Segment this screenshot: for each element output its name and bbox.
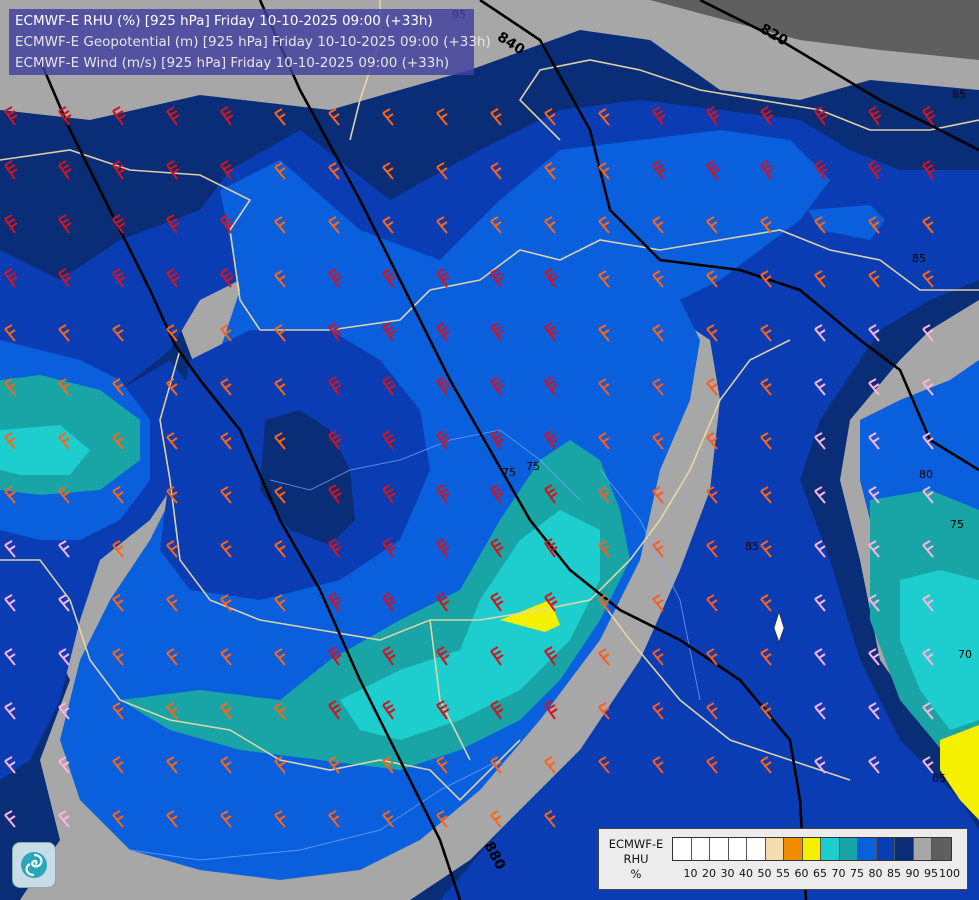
map-viewer: 840 820 880 95 85 85 75 75 85 80 75 70 6…: [0, 0, 979, 900]
rhu-label-65-e: 65: [932, 772, 946, 785]
legend-swatch: [821, 838, 840, 860]
legend-swatch: [784, 838, 803, 860]
legend-swatch: [673, 838, 692, 860]
legend-swatch: [913, 838, 932, 860]
legend-title-variable: RHU: [623, 852, 649, 866]
legend-swatch: [839, 838, 858, 860]
legend-tick-label: 30: [720, 867, 735, 880]
title-box: ECMWF-E RHU (%) [925 hPa] Friday 10-10-2…: [9, 9, 491, 75]
legend-title-model: ECMWF-E: [608, 837, 664, 851]
title-rhu: ECMWF-E RHU (%) [925 hPa] Friday 10-10-2…: [15, 13, 433, 29]
legend-tick-label: 80: [868, 867, 883, 880]
legend-tick-label: 65: [813, 867, 827, 880]
rhu-map[interactable]: 840 820 880 95 85 85 75 75 85 80 75 70 6…: [0, 0, 979, 900]
title-geopotential: ECMWF-E Geopotential (m) [925 hPa] Frida…: [15, 34, 491, 50]
legend-tick-label: 50: [757, 867, 772, 880]
legend-tick-label: 100: [939, 867, 960, 880]
legend-tick-label: 10: [683, 867, 698, 880]
legend-swatch: [858, 838, 877, 860]
rhu-label-80-e: 80: [919, 468, 933, 481]
legend-swatch: [691, 838, 710, 860]
legend-tick-label: 90: [905, 867, 920, 880]
legend-title: ECMWF-E RHU %: [603, 837, 669, 882]
legend-swatch: [747, 838, 766, 860]
rhu-label-75-ne: 75: [526, 460, 540, 473]
title-wind: ECMWF-E Wind (m/s) [925 hPa] Friday 10-1…: [15, 55, 450, 71]
legend-tick-label: 75: [850, 867, 864, 880]
rhu-label-85-e: 85: [912, 252, 926, 265]
legend-tick-label: 40: [739, 867, 753, 880]
rhu-label-85-mid: 85: [745, 540, 759, 553]
cyclone-logo-icon: [12, 842, 56, 888]
legend-swatch: [728, 838, 747, 860]
legend-tick-label: 70: [831, 867, 846, 880]
legend-title-unit: %: [630, 867, 642, 881]
legend-tick-label: 55: [776, 867, 790, 880]
legend-tick-label: 95: [924, 867, 938, 880]
rhu-label-85-ne: 85: [952, 88, 966, 101]
legend-swatch: [765, 838, 784, 860]
legend-ticks: 10 20 30 40 50 55 60 65 70 75 80 85 90 95 100: [672, 867, 972, 881]
rhu-label-70-e: 70: [958, 648, 972, 661]
legend-tick-label: 20: [702, 867, 716, 880]
legend-swatch: [802, 838, 821, 860]
rhu-label-75-e: 75: [950, 518, 964, 531]
legend-swatch: [876, 838, 895, 860]
rhu-legend: ECMWF-E RHU % 10 20 30 40 50 55 60 65 70 75 80 85 90…: [598, 828, 968, 890]
legend-swatch: [932, 838, 951, 860]
legend-swatches: [672, 837, 952, 861]
legend-tick-label: 85: [887, 867, 901, 880]
legend-tick-label: 60: [794, 867, 809, 880]
rhu-label-75-center: 75: [502, 466, 516, 479]
legend-swatch: [710, 838, 729, 860]
legend-swatch: [895, 838, 914, 860]
